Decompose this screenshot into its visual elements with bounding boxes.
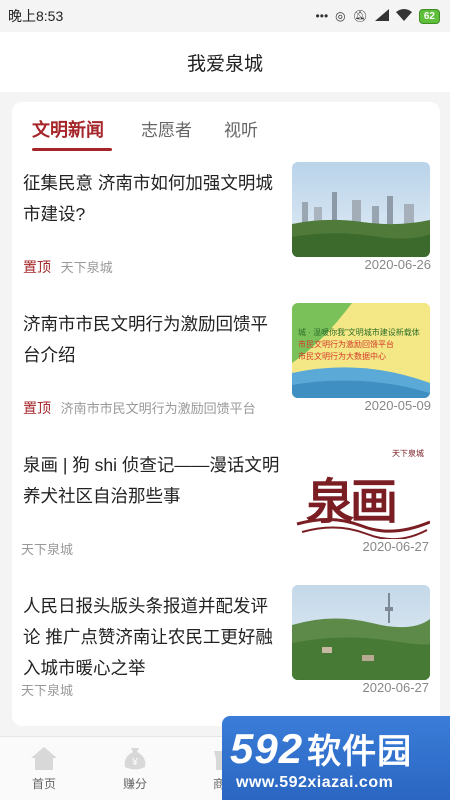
news-meta: 置顶 济南市市民文明行为激励回馈平台 2020-05-09 <box>23 398 431 418</box>
home-icon <box>31 747 57 770</box>
tab-civilization-news[interactable]: 文明新闻 <box>32 116 104 142</box>
tab-volunteers[interactable]: 志愿者 <box>141 116 192 141</box>
watermark-logo: 592 软件园 <box>230 724 412 773</box>
active-tab-indicator <box>32 148 112 151</box>
news-title: 征集民意 济南市如何加强文明城市建设? <box>23 173 273 224</box>
coin-bag-icon: ¥ <box>124 748 146 770</box>
site-watermark: 592 软件园 www.592xiazai.com <box>222 716 450 800</box>
mute-bell-icon: 🔕︎ <box>352 9 368 23</box>
news-title: 人民日报头版头条报道并配发评论 推广点赞济南让农民工更好融入城市暖心之举 <box>23 596 273 678</box>
news-item[interactable]: 泉画 | 狗 shi 侦查记——漫话文明养犬社区自治那些事 天下泉城 泉画 天下… <box>12 436 440 577</box>
thumb-line: 市民文明行为大数据中心 <box>298 352 386 361</box>
watermark-url: www.592xiazai.com <box>236 774 394 791</box>
news-item[interactable]: 征集民意 济南市如何加强文明城市建设? 置顶 天下泉城 2020-06-26 <box>12 154 440 295</box>
thumb-line: 市民文明行为激励回馈平台 <box>298 340 394 349</box>
pinned-badge: 置顶 <box>23 400 51 416</box>
news-item[interactable]: 济南市市民文明行为激励回馈平台介绍 城 · 温暖你我”文明城市建设新载体 市民文… <box>12 295 440 436</box>
tabbar-label: 首页 <box>31 777 56 791</box>
tab-audiovisual[interactable]: 视听 <box>224 116 258 141</box>
tab-bar: 文明新闻 志愿者 视听 <box>12 102 440 154</box>
signal-icon <box>374 9 389 23</box>
battery-icon: 62 <box>418 8 440 24</box>
news-date: 2020-06-26 <box>364 257 432 272</box>
news-source: 济南市市民文明行为激励回馈平台 <box>60 401 256 416</box>
news-title: 济南市市民文明行为激励回馈平台介绍 <box>23 314 268 365</box>
tabbar-label: 赚分 <box>122 777 147 791</box>
watermark-text: 软件园 <box>307 733 413 771</box>
news-meta: 置顶 天下泉城 2020-06-26 <box>23 257 431 277</box>
more-dots-icon: ••• <box>315 9 329 23</box>
news-source: 天下泉城 <box>60 260 113 275</box>
news-date: 2020-06-27 <box>362 680 430 695</box>
news-source: 天下泉城 <box>21 542 74 557</box>
thumb-line: 城 · 温暖你我”文明城市建设新载体 <box>298 328 420 337</box>
news-meta: 天下泉城 2020-06-27 <box>21 680 429 700</box>
news-thumbnail <box>292 162 430 257</box>
page-title: 我爱泉城 <box>186 53 263 75</box>
news-thumbnail: 天下泉城 泉画 <box>292 444 430 539</box>
status-time: 晚上8:53 <box>8 8 64 24</box>
watermark-number: 592 <box>230 725 304 772</box>
wifi-icon <box>395 9 412 23</box>
location-icon: ◎ <box>335 9 346 23</box>
news-item[interactable]: 人民日报头版头条报道并配发评论 推广点赞济南让农民工更好融入城市暖心之举 天下泉… <box>12 577 440 726</box>
tabbar-home[interactable]: 首页 <box>9 745 79 792</box>
news-title: 泉画 | 狗 shi 侦查记——漫话文明养犬社区自治那些事 <box>23 455 280 506</box>
news-meta: 天下泉城 2020-06-27 <box>21 539 429 559</box>
news-thumbnail: 城 · 温暖你我”文明城市建设新载体 市民文明行为激励回馈平台 市民文明行为大数… <box>292 303 430 398</box>
news-source: 天下泉城 <box>21 683 74 698</box>
status-bar: 晚上8:53 ••• ◎ 🔕︎ 62 <box>0 0 450 32</box>
news-date: 2020-06-27 <box>362 539 430 554</box>
status-icons: ••• ◎ 🔕︎ 62 <box>315 8 440 24</box>
news-card: 文明新闻 志愿者 视听 征集民意 济南市如何加强文明城市建设? 置顶 天下泉城 … <box>12 102 440 726</box>
news-thumbnail <box>292 585 430 680</box>
app-header: 我爱泉城 <box>0 32 450 92</box>
tabbar-earn-points[interactable]: ¥ 赚分 <box>100 745 170 792</box>
news-date: 2020-05-09 <box>364 398 432 413</box>
pinned-badge: 置顶 <box>23 259 51 275</box>
svg-text:¥: ¥ <box>131 757 138 768</box>
